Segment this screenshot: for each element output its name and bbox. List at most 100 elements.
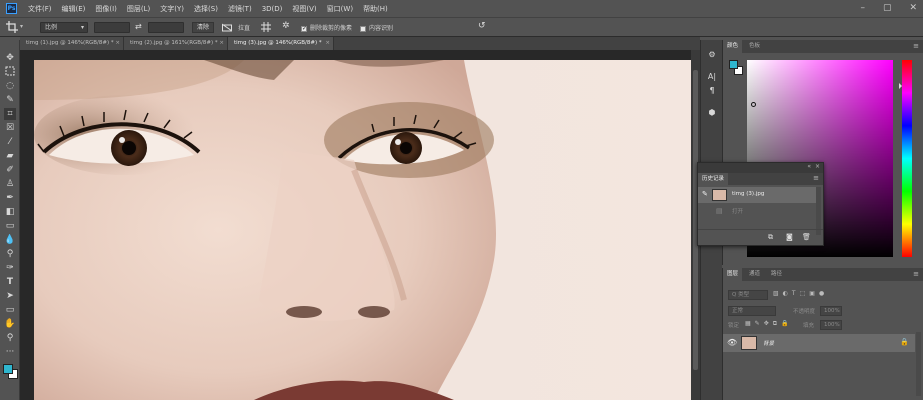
delete-cropped-checkbox[interactable] [301,25,307,32]
swap-icon[interactable]: ⇄ [135,22,142,31]
marquee-tool-icon[interactable] [4,66,16,78]
tab-color[interactable]: 颜色 [723,40,743,53]
gear-icon[interactable]: ✲ [282,21,290,31]
dodge-tool-icon[interactable]: ⚲ [4,248,16,260]
menu-window[interactable]: 窗口(W) [322,4,358,14]
move-tool-icon[interactable]: ✥ [4,52,16,64]
lock-transparent-icon[interactable]: ▦ [745,320,755,327]
color-picker-cursor[interactable] [751,102,756,107]
zoom-tool-icon[interactable]: ⚲ [4,332,16,344]
fill-field[interactable]: 100% [820,320,842,330]
grid-overlay-icon[interactable] [261,22,271,32]
menu-filter[interactable]: 滤镜(T) [223,4,257,14]
menu-type[interactable]: 文字(Y) [155,4,189,14]
layers-scroll-track[interactable] [916,332,921,396]
type-tool-icon[interactable]: T [4,276,16,288]
foreground-background-colors[interactable] [3,362,19,380]
hue-slider-handle[interactable] [899,83,902,89]
straighten-icon[interactable] [221,23,233,32]
content-aware-option[interactable]: 内容识别 [360,23,393,32]
straighten-label[interactable]: 拉直 [238,23,250,32]
menu-edit[interactable]: 编辑(E) [57,4,91,14]
collapse-icon[interactable]: « [807,163,811,170]
crop-tool-icon[interactable] [6,21,18,33]
close-icon[interactable]: × [115,37,120,50]
camera-icon[interactable]: ◙ [786,233,793,241]
tab-paths[interactable]: 路径 [767,268,786,281]
history-item[interactable]: ▤ 打开 [698,204,816,218]
menu-select[interactable]: 选择(S) [189,4,223,14]
lasso-tool-icon[interactable]: ◌ [4,80,16,92]
history-panel-header[interactable]: « × [698,163,823,173]
path-select-icon[interactable]: ➤ [4,290,16,302]
pixel-filter-icon[interactable]: ▧ [773,290,783,297]
reset-icon[interactable]: ↺ [478,21,486,31]
menu-3d[interactable]: 3D(D) [257,5,288,13]
shape-tool-icon[interactable]: ▭ [4,304,16,316]
lock-all-icon[interactable]: 🔒 [781,320,792,327]
pen-tool-icon[interactable]: ✑ [4,262,16,274]
adjustment-filter-icon[interactable]: ◐ [783,290,792,297]
menu-layer[interactable]: 图层(L) [122,4,155,14]
hand-tool-icon[interactable]: ✋ [4,318,16,330]
close-icon[interactable]: × [815,163,820,170]
foreground-color-swatch[interactable] [3,364,13,374]
history-scroll-track[interactable] [816,187,821,235]
blur-tool-icon[interactable]: 💧 [4,234,16,246]
foreground-color-swatch[interactable] [729,60,738,69]
close-icon[interactable]: × [325,37,330,50]
trash-icon[interactable]: 🗑 [802,233,811,241]
panel-menu-icon[interactable]: ≡ [913,270,919,278]
shape-filter-icon[interactable]: ⬚ [800,290,810,297]
clone-stamp-icon[interactable]: ♙ [4,178,16,190]
ratio-dropdown[interactable]: 比例 ▾ [40,22,88,33]
3d-panel-icon[interactable]: ⬢ [707,108,717,118]
menu-file[interactable]: 文件(F) [23,4,57,14]
lock-image-icon[interactable]: ✎ [755,320,764,327]
close-icon[interactable]: × [219,37,224,50]
menu-view[interactable]: 视图(V) [287,4,321,14]
eyedropper-tool-icon[interactable]: ⁄ [4,136,16,148]
tab-timg-1[interactable]: timg (1).jpg @ 146%(RGB/8#) * × [20,37,124,50]
hue-slider[interactable] [899,60,912,257]
lock-artboard-icon[interactable]: ⧉ [773,320,781,327]
lock-position-icon[interactable]: ✥ [764,320,773,327]
paragraph-panel-icon[interactable]: ¶ [707,86,717,96]
type-filter-icon[interactable]: T [792,290,800,297]
tab-timg-3[interactable]: timg (3).jpg @ 146%(RGB/8#) * × [228,37,334,50]
character-panel-icon[interactable]: A| [707,72,717,82]
filter-toggle-icon[interactable]: ● [819,290,828,297]
history-brush-source-icon[interactable]: ✎ [702,190,708,198]
menu-image[interactable]: 图像(I) [90,4,122,14]
delete-cropped-option[interactable]: 删除裁剪的像素 [301,23,352,32]
color-swatch-pair[interactable] [729,60,743,76]
new-document-icon[interactable]: ⧉ [768,233,773,242]
height-field[interactable] [148,22,184,33]
menu-help[interactable]: 帮助(H) [358,4,393,14]
content-aware-checkbox[interactable] [360,25,366,32]
clear-button[interactable]: 清除 [192,22,214,33]
smart-object-filter-icon[interactable]: ▣ [809,290,819,297]
panel-menu-icon[interactable]: ≡ [913,42,919,50]
tab-history[interactable]: 历史记录 [698,173,729,186]
panel-menu-icon[interactable]: ≡ [813,174,819,182]
close-icon[interactable]: ✕ [909,3,917,13]
frame-tool-icon[interactable]: ☒ [4,122,16,134]
document-canvas[interactable] [34,60,691,400]
layer-row[interactable]: 👁 背景 🔒 [723,334,915,352]
history-brush-icon[interactable]: ✒ [4,192,16,204]
tab-layers[interactable]: 图层 [723,268,743,281]
eraser-tool-icon[interactable]: ◧ [4,206,16,218]
gradient-tool-icon[interactable]: ▭ [4,220,16,232]
layer-filter-dropdown[interactable]: Q 类型 [728,290,768,300]
tab-swatches[interactable]: 色板 [745,40,764,53]
maximize-icon[interactable]: ▢ [883,3,892,13]
crop-tool-icon[interactable]: ⌗ [4,108,16,120]
tab-channels[interactable]: 通道 [745,268,764,281]
opacity-field[interactable]: 100% [820,306,842,316]
eye-icon[interactable]: 👁 [727,338,737,347]
brush-tool-icon[interactable]: ✐ [4,164,16,176]
blend-mode-dropdown[interactable]: 正常 [728,306,776,316]
quick-select-tool-icon[interactable]: ✎ [4,94,16,106]
minimize-icon[interactable]: – [860,3,865,13]
